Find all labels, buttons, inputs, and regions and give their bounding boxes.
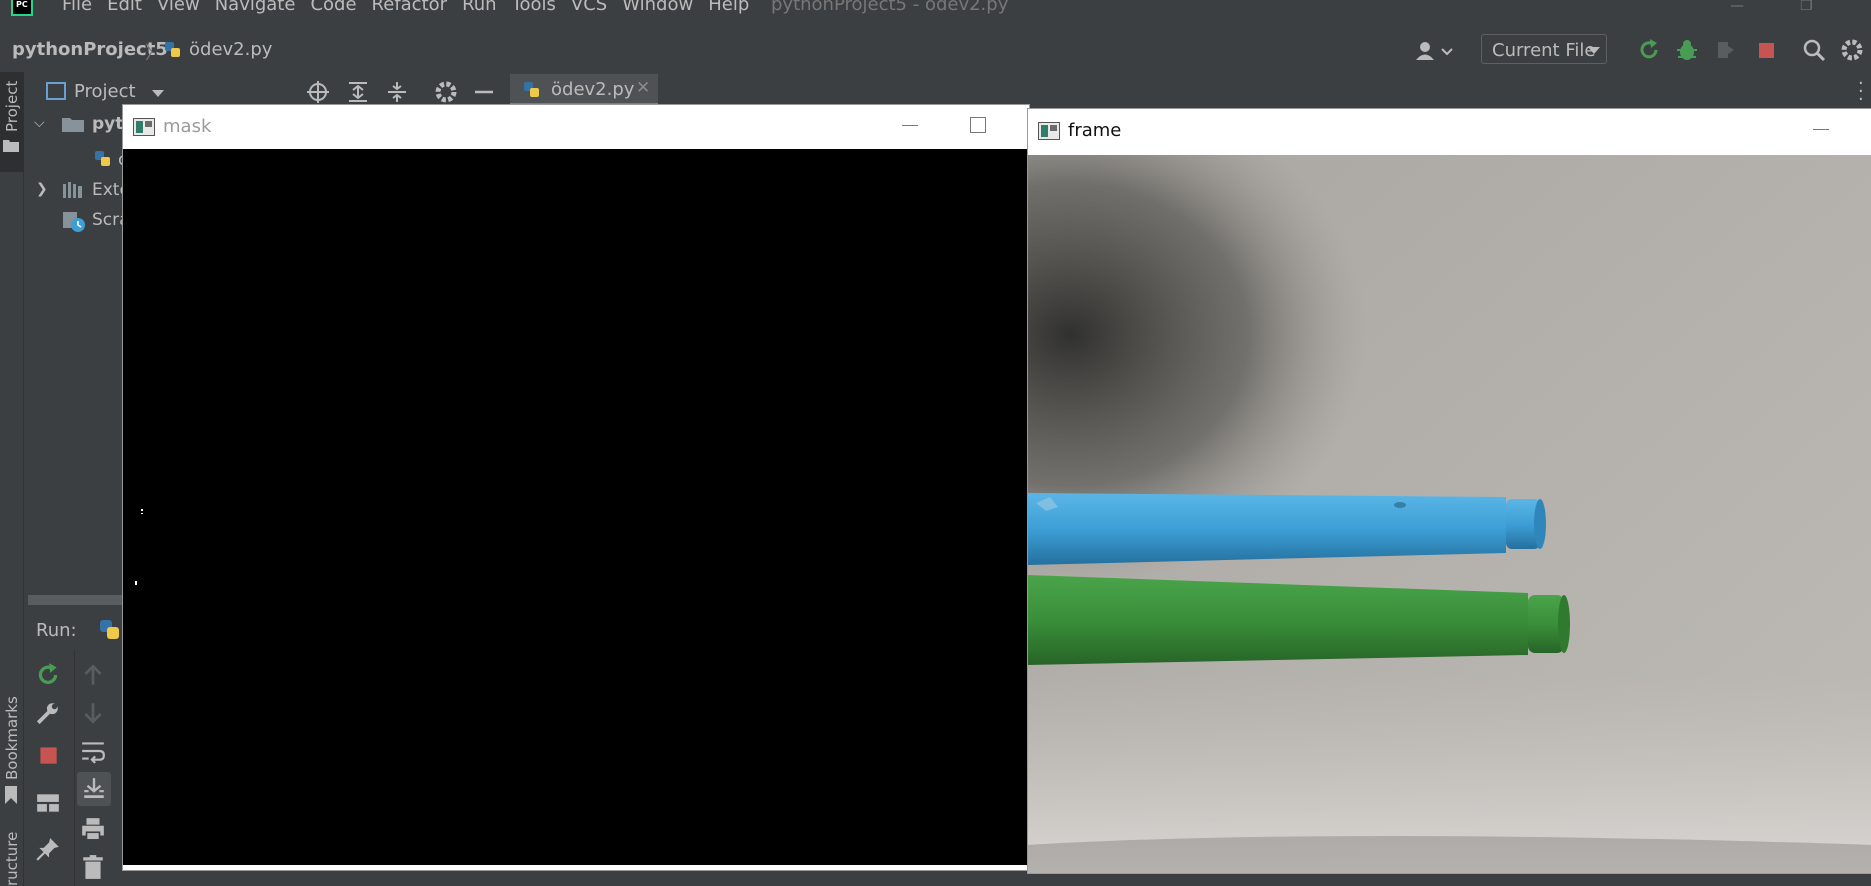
mask-window[interactable]: mask — [122, 104, 1030, 871]
run-toolbar — [26, 650, 74, 886]
opencv-window-icon — [133, 118, 155, 136]
print-icon[interactable] — [80, 816, 106, 842]
mask-speck — [135, 581, 137, 585]
run-configuration-dropdown[interactable]: Current File — [1481, 34, 1607, 64]
menu-file[interactable]: File — [62, 0, 92, 15]
project-view-icon — [46, 82, 66, 100]
project-tool-button[interactable]: Project — [0, 72, 24, 172]
frame-window-titlebar[interactable]: frame — [1028, 109, 1871, 155]
mask-image — [123, 149, 1029, 865]
close-icon[interactable]: ✕ — [636, 78, 650, 98]
menu-refactor[interactable]: Refactor — [372, 0, 448, 15]
horizontal-scrollbar[interactable] — [28, 595, 126, 605]
stop-icon[interactable] — [1754, 38, 1778, 62]
menu-run[interactable]: Run — [462, 0, 497, 15]
menu-tools[interactable]: Tools — [512, 0, 556, 15]
rerun-icon[interactable] — [1637, 38, 1661, 62]
minimize-icon[interactable] — [1813, 129, 1829, 130]
window-restore-button[interactable]: ❐ — [1800, 0, 1813, 14]
python-file-icon — [524, 82, 539, 97]
scroll-to-end-icon — [84, 778, 104, 798]
settings-gear-icon[interactable] — [1840, 38, 1864, 62]
run-toolbar-secondary — [74, 650, 114, 886]
coverage-icon[interactable] — [1714, 38, 1738, 62]
project-tree: ⌵ pyth o ❯ Exte Scra — [26, 110, 135, 590]
soft-wrap-icon[interactable] — [80, 738, 106, 764]
tree-row-project[interactable]: ⌵ pyth — [26, 110, 135, 140]
navigation-bar: pythonProject5 〉 ödev2.py Current File — [0, 34, 1871, 68]
mask-window-titlebar[interactable]: mask — [123, 105, 1029, 149]
menu-code[interactable]: Code — [310, 0, 356, 15]
debug-bug-icon[interactable] — [1675, 38, 1699, 62]
libraries-icon — [63, 182, 82, 198]
window-minimize-button[interactable]: — — [1730, 0, 1744, 14]
frame-window-title: frame — [1068, 120, 1122, 141]
mask-speck — [141, 509, 143, 511]
opencv-window-icon — [1038, 122, 1060, 140]
maximize-icon[interactable] — [970, 117, 986, 133]
bookmark-icon[interactable] — [4, 786, 18, 804]
python-file-icon — [165, 42, 180, 57]
menu-help[interactable]: Help — [708, 0, 749, 15]
menu-navigate[interactable]: Navigate — [215, 0, 296, 15]
python-file-icon — [95, 151, 110, 166]
editor-tab-label: ödev2.py — [551, 79, 635, 100]
camera-frame-image — [1028, 155, 1871, 873]
trash-icon[interactable] — [80, 854, 106, 880]
stop-icon[interactable] — [35, 742, 61, 768]
frame-window[interactable]: frame — [1027, 108, 1871, 874]
window-title: pythonProject5 - ödev2.py — [771, 0, 1009, 15]
run-tool-header: Run: — [26, 612, 126, 648]
project-tool-label: Project — [3, 80, 21, 132]
breadcrumb-separator: 〉 — [145, 43, 163, 64]
minimize-icon[interactable] — [902, 125, 918, 126]
menu-bar: PC File Edit View Navigate Code Refactor… — [0, 0, 1871, 18]
expand-all-icon[interactable] — [346, 80, 370, 104]
chevron-right-icon[interactable]: ❯ — [36, 181, 48, 197]
user-account-icon[interactable] — [1414, 41, 1454, 61]
scratches-clock-icon — [63, 212, 85, 232]
tree-row-external-libraries[interactable]: ❯ Exte — [26, 176, 130, 206]
arrow-up-icon[interactable] — [80, 662, 106, 688]
collapse-all-icon[interactable] — [385, 80, 409, 104]
locate-crosshair-icon[interactable] — [306, 80, 330, 104]
arrow-down-icon[interactable] — [80, 700, 106, 726]
menu-items: File Edit View Navigate Code Refactor Ru… — [62, 0, 764, 15]
wrench-icon[interactable] — [35, 700, 61, 726]
folder-icon — [3, 140, 19, 152]
breadcrumb-file[interactable]: ödev2.py — [189, 39, 272, 60]
chevron-down-icon — [1588, 47, 1600, 54]
rerun-icon[interactable] — [35, 662, 61, 688]
folder-icon — [62, 118, 84, 132]
camera-photo — [1028, 155, 1871, 873]
settings-gear-icon[interactable] — [434, 80, 458, 104]
project-view-selector[interactable]: Project — [74, 81, 136, 102]
menu-vcs[interactable]: VCS — [571, 0, 607, 15]
editor-tab[interactable]: ödev2.py ✕ — [510, 74, 658, 106]
tree-row-file[interactable]: o — [26, 146, 128, 176]
tree-row-scratches[interactable]: Scra — [26, 206, 130, 236]
layout-icon[interactable] — [35, 790, 61, 816]
mask-window-title: mask — [163, 116, 212, 137]
run-configuration-label: Current File — [1492, 40, 1596, 61]
run-label: Run: — [36, 620, 77, 641]
more-options-icon[interactable]: · · · — [1858, 75, 1864, 109]
pycharm-logo-icon: PC — [11, 0, 33, 16]
hide-minus-icon[interactable] — [472, 80, 496, 104]
menu-view[interactable]: View — [157, 0, 200, 15]
chevron-down-icon[interactable]: ⌵ — [34, 115, 45, 131]
pin-icon[interactable] — [35, 836, 61, 862]
chevron-down-icon[interactable] — [152, 90, 164, 97]
menu-edit[interactable]: Edit — [107, 0, 142, 15]
python-run-tab-icon[interactable] — [98, 618, 122, 642]
bookmarks-tool-label[interactable]: Bookmarks — [3, 696, 21, 780]
structure-tool-label[interactable]: ructure — [3, 832, 21, 886]
menu-window[interactable]: Window — [622, 0, 693, 15]
mask-speck — [141, 513, 143, 514]
search-icon[interactable] — [1802, 38, 1826, 62]
scroll-to-end-toggle[interactable] — [77, 772, 111, 806]
